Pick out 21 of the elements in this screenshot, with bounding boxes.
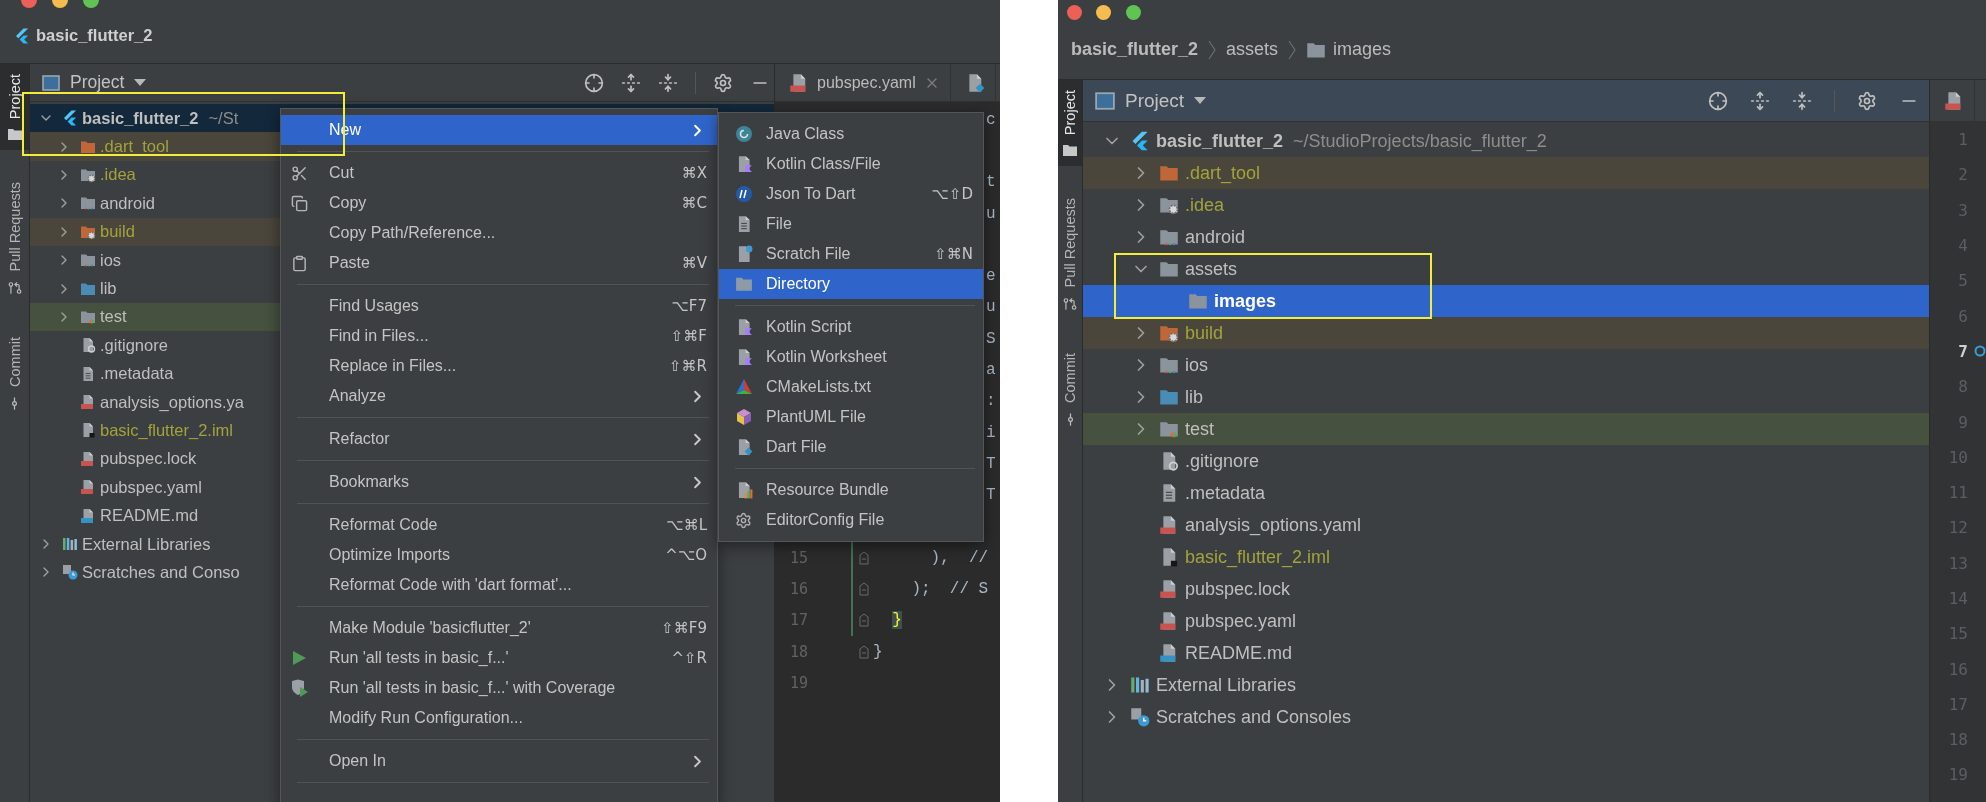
code-line: u — [986, 298, 996, 317]
code-line: i — [986, 423, 996, 442]
code-line: T — [986, 486, 996, 505]
code-line: S — [986, 329, 996, 348]
code-line: u — [986, 204, 996, 223]
line-number: 17 — [789, 611, 810, 630]
code-line: ), // — [929, 548, 989, 567]
line-number: 15 — [789, 548, 810, 567]
line-number: 19 — [789, 674, 810, 692]
code-line: : — [986, 392, 996, 411]
line-number: 7 — [1958, 341, 1968, 361]
line-number: 18 — [789, 642, 810, 661]
window-title: basic_flutter_2 — [36, 26, 153, 45]
code-line: t — [986, 173, 996, 192]
line-number: 16 — [789, 580, 810, 599]
code-line: c — [986, 110, 996, 129]
code-line: a — [986, 361, 996, 379]
code-line: ); // S — [910, 580, 989, 599]
code-line: } — [873, 642, 883, 661]
code-line: T — [986, 454, 996, 473]
code-line: e — [986, 267, 996, 286]
